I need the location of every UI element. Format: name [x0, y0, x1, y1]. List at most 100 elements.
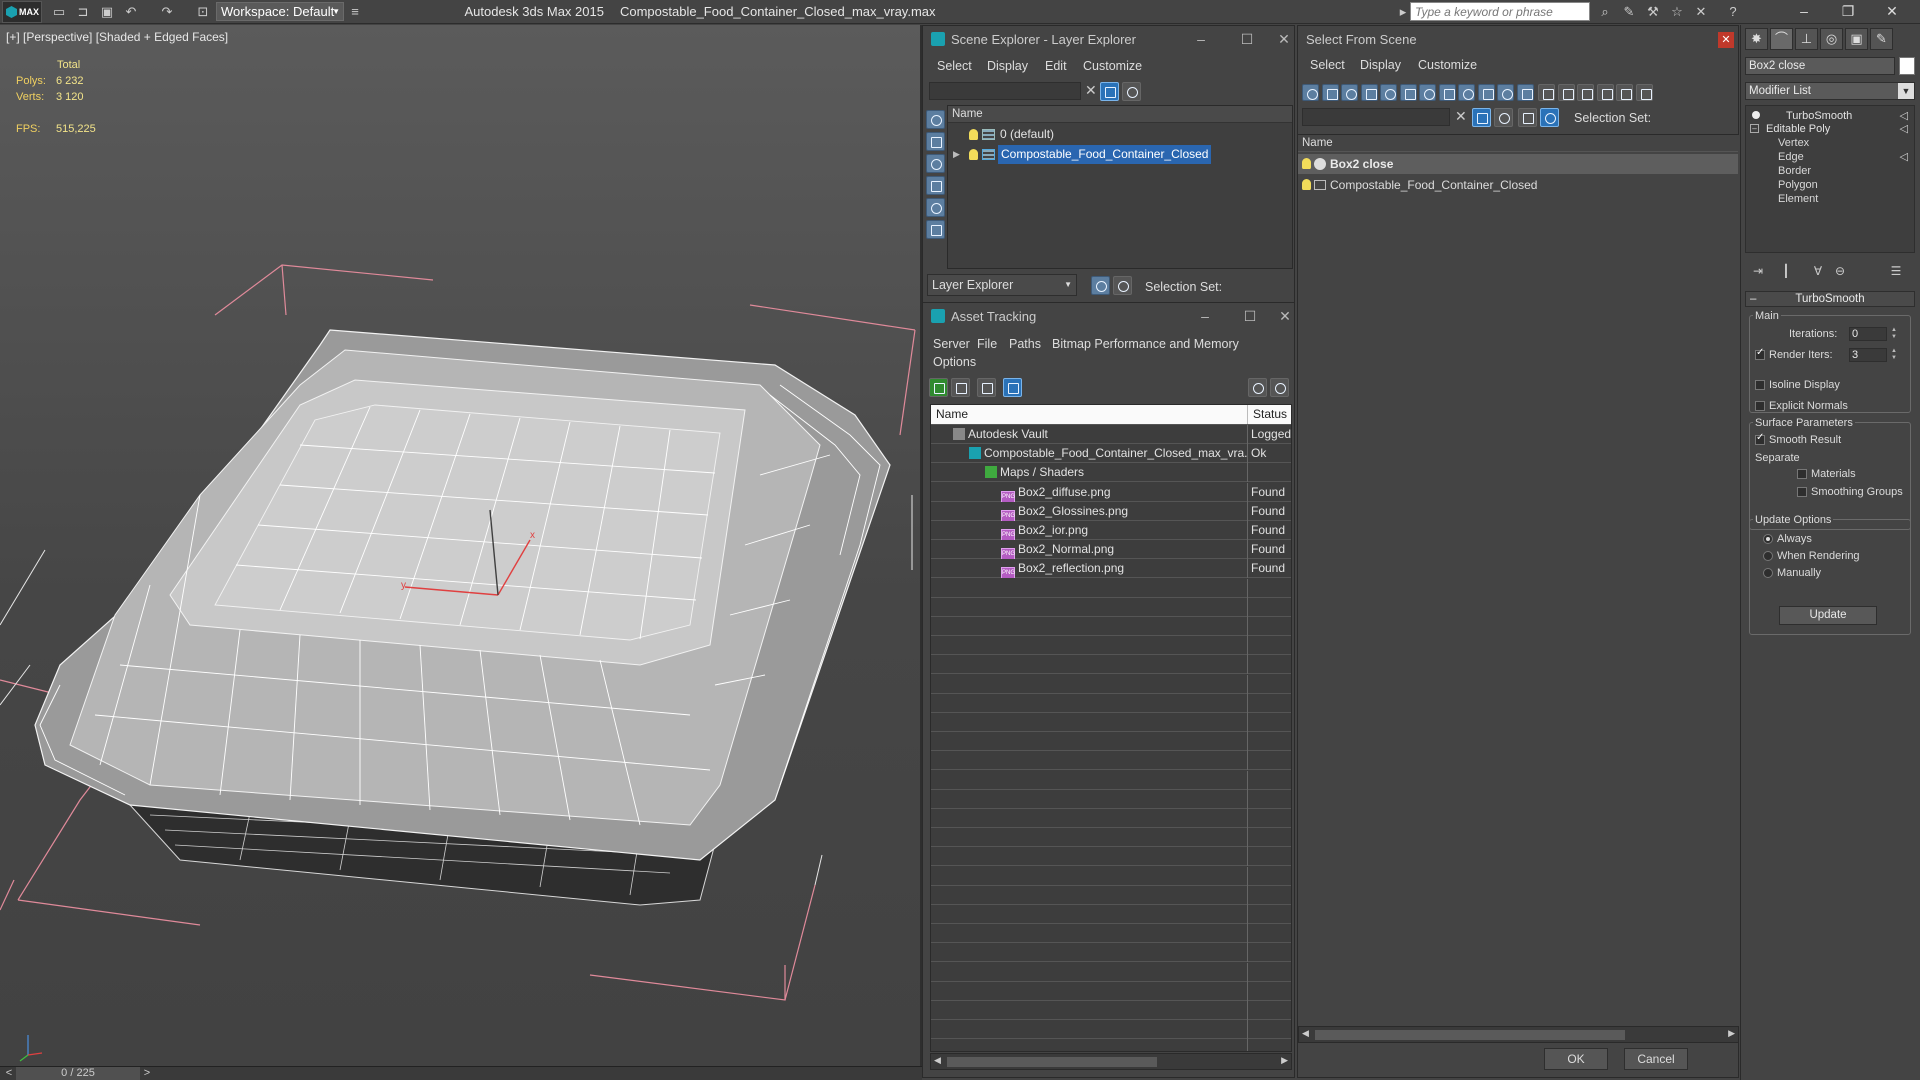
filter-none-icon[interactable] [1557, 84, 1575, 101]
menu-select[interactable]: Select [1310, 58, 1345, 72]
table-row[interactable] [931, 809, 1291, 828]
select-from-scene-titlebar[interactable]: Select From Scene [1298, 26, 1738, 53]
table-row[interactable] [931, 636, 1291, 656]
favorites-star-icon[interactable]: ☆ [1668, 3, 1686, 20]
time-slider[interactable]: < 0 / 225 > [0, 1066, 922, 1080]
filter-geometry-icon[interactable] [1302, 84, 1319, 101]
stack-subitem-element[interactable]: Element [1778, 192, 1818, 206]
hierarchy-icon[interactable] [1540, 108, 1559, 127]
lightbulb-icon[interactable] [1752, 111, 1760, 119]
stack-item-turbosmooth[interactable]: TurboSmooth [1786, 109, 1852, 123]
stack-subitem-border[interactable]: Border [1778, 164, 1811, 178]
modify-tab-icon[interactable]: ⌒ [1770, 28, 1793, 50]
filter-groups-icon[interactable] [1419, 84, 1436, 101]
filter-cameras-icon[interactable] [1360, 84, 1378, 101]
modifier-list-dropdown[interactable]: Modifier List ▼ [1745, 82, 1915, 100]
exchange-icon[interactable]: ✕ [1692, 3, 1710, 20]
filter-xrefs-icon[interactable] [1438, 84, 1456, 101]
tools-icon[interactable]: ✎ [1620, 3, 1638, 20]
table-row[interactable] [931, 674, 1291, 694]
spinner-arrows-icon[interactable]: ▲ ▼ [1889, 348, 1899, 362]
materials-checkbox[interactable] [1797, 469, 1807, 479]
scroll-left-icon[interactable]: ◀ [934, 1055, 941, 1066]
table-row[interactable] [931, 924, 1291, 944]
display-geometry-icon[interactable] [926, 110, 945, 129]
object-name-field[interactable]: Box2 close [1745, 57, 1895, 75]
table-row[interactable] [931, 655, 1291, 675]
table-row[interactable] [931, 597, 1291, 617]
menu-display[interactable]: Display [987, 59, 1028, 73]
lightbulb-icon[interactable] [969, 129, 978, 140]
stack-subitem-vertex[interactable]: Vertex [1778, 136, 1809, 150]
pin-stack-icon[interactable]: ⇥ [1747, 261, 1769, 281]
table-row[interactable]: PNG Box2_reflection.png Found [931, 559, 1291, 579]
close-button[interactable]: ✕ [1718, 32, 1734, 48]
perspective-viewport[interactable]: x y [+] [Perspective] [Shaded + Edged Fa… [0, 25, 922, 1066]
filter-bones-icon[interactable] [1458, 84, 1475, 101]
filter-spacewarps-icon[interactable] [1399, 84, 1417, 101]
table-view-icon[interactable] [977, 378, 996, 397]
create-tab-icon[interactable]: ✸ [1745, 28, 1768, 50]
menu-customize[interactable]: Customize [1083, 59, 1142, 73]
menu-options[interactable]: Options [933, 355, 976, 369]
filter-hidden-icon[interactable] [1516, 84, 1534, 101]
table-row[interactable] [931, 847, 1291, 867]
table-row[interactable]: PNG Box2_Glossines.png Found [931, 501, 1291, 521]
binoculars-icon[interactable]: ⌕ [1596, 3, 1614, 20]
object-row-selected[interactable]: Box2 close [1298, 154, 1738, 174]
subscription-icon[interactable]: ⚒ [1644, 3, 1662, 20]
column-header-name[interactable]: Name [931, 405, 1248, 424]
when-rendering-radio[interactable] [1763, 551, 1773, 561]
layer-options-icon[interactable] [1122, 82, 1141, 101]
filter-filter-sets-icon[interactable] [1596, 84, 1614, 101]
display-lights-icon[interactable] [926, 154, 945, 173]
object-row[interactable]: Compostable_Food_Container_Closed [1298, 175, 1738, 195]
hierarchy-tab-icon[interactable]: ⊥ [1795, 28, 1818, 50]
isoline-display-checkbox[interactable] [1755, 380, 1765, 390]
menu-bitmap-performance[interactable]: Bitmap Performance and Memory [1052, 337, 1239, 351]
manually-radio[interactable] [1763, 568, 1773, 578]
lightbulb-icon[interactable] [1302, 158, 1311, 169]
table-row[interactable]: PNG Box2_Normal.png Found [931, 540, 1291, 560]
help-search-input[interactable]: Type a keyword or phrase [1410, 2, 1590, 21]
restore-button[interactable]: ❐ [1826, 0, 1870, 24]
viewport-label-menu[interactable]: [+] [Perspective] [Shaded + Edged Faces] [6, 30, 228, 44]
minimize-button[interactable]: – [1782, 0, 1826, 24]
table-row[interactable] [931, 789, 1291, 809]
table-row[interactable] [931, 617, 1291, 636]
help-icon[interactable]: ? [1724, 3, 1742, 20]
find-input[interactable] [1302, 108, 1450, 126]
update-button[interactable]: Update [1779, 606, 1877, 625]
table-row[interactable]: PNG Box2_diffuse.png Found [931, 482, 1291, 502]
maximize-button[interactable]: ☐ [1230, 303, 1270, 330]
scroll-left-icon[interactable]: ◀ [1302, 1028, 1309, 1039]
display-helpers-icon[interactable] [926, 198, 945, 217]
close-button[interactable]: ✕ [1275, 303, 1295, 330]
layer-row[interactable]: 0 (default) [948, 125, 1292, 144]
filter-lights-icon[interactable] [1341, 84, 1358, 101]
motion-tab-icon[interactable]: ◎ [1820, 28, 1843, 50]
layer-explorer-icon[interactable] [1091, 276, 1110, 295]
filter-shapes-icon[interactable] [1321, 84, 1339, 101]
make-unique-icon[interactable]: ∀ [1807, 261, 1829, 281]
explorer-mode-dropdown[interactable]: Layer Explorer ▼ [927, 274, 1077, 296]
render-iters-checkbox[interactable] [1755, 347, 1765, 360]
display-spacewarps-icon[interactable] [926, 220, 945, 239]
display-layers-icon[interactable] [1518, 108, 1537, 127]
table-row[interactable] [931, 751, 1291, 771]
table-row[interactable] [931, 905, 1291, 924]
filter-toggle-icon[interactable] [1472, 108, 1491, 127]
close-button[interactable]: ✕ [1273, 26, 1295, 53]
table-row[interactable] [931, 981, 1291, 1001]
menu-file[interactable]: File [977, 337, 997, 351]
render-iters-spinner[interactable]: 3 [1849, 348, 1887, 362]
smoothing-groups-checkbox[interactable] [1797, 487, 1807, 497]
time-slider-thumb[interactable]: 0 / 225 [16, 1067, 140, 1080]
filter-helpers-icon[interactable] [1380, 84, 1397, 101]
table-row[interactable]: Compostable_Food_Container_Closed_max_vr… [931, 444, 1291, 464]
collapse-icon[interactable]: – [1750, 124, 1759, 133]
filter-collapse-icon[interactable] [1635, 84, 1653, 101]
turbosmooth-rollout-header[interactable]: – TurboSmooth [1745, 291, 1915, 307]
menu-paths[interactable]: Paths [1009, 337, 1041, 351]
lightbulb-icon[interactable] [969, 149, 978, 160]
